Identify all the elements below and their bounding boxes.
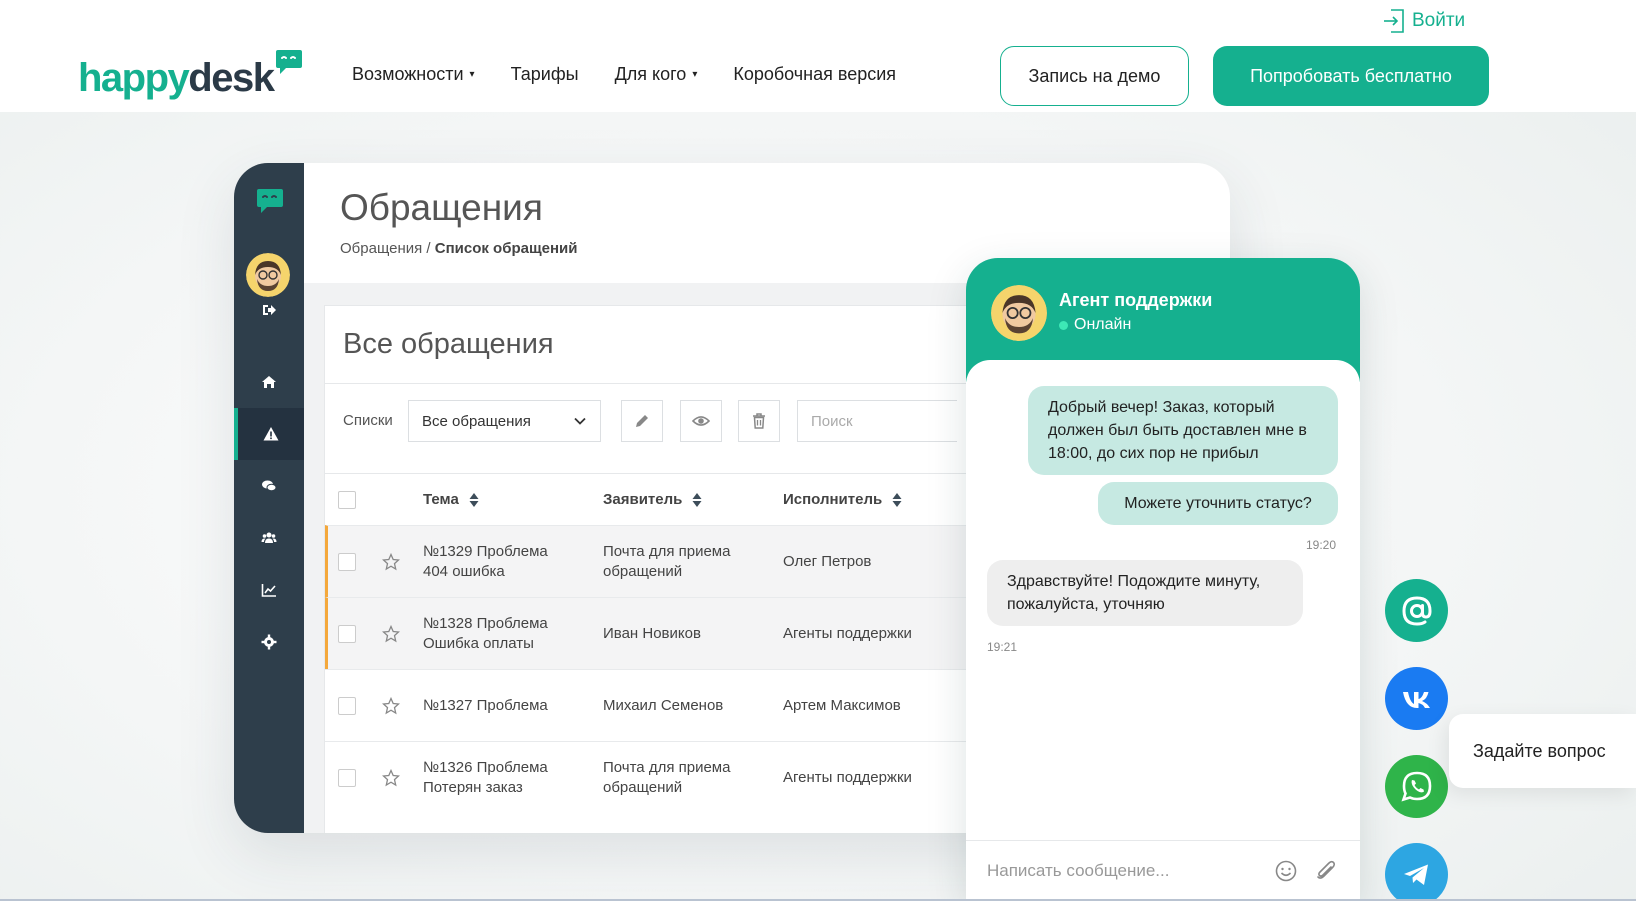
message-incoming: Здравствуйте! Подождите минуту, пожалуйс…: [987, 560, 1303, 626]
row-checkbox[interactable]: [338, 625, 356, 643]
nav-for-whom[interactable]: Для кого ▾: [615, 64, 698, 85]
edit-button[interactable]: [621, 400, 663, 442]
eye-icon: [692, 416, 710, 426]
logout-icon[interactable]: [234, 284, 304, 336]
cell-assignee: Артем Максимов: [783, 697, 901, 714]
trash-icon: [753, 413, 765, 429]
cell-requester: Почта для приема обращений: [603, 543, 731, 580]
whatsapp-contact-button[interactable]: [1385, 755, 1448, 818]
chat-logo-icon: [257, 189, 283, 213]
cell-assignee: Агенты поддержки: [783, 769, 912, 786]
login-link[interactable]: Войти: [1382, 6, 1465, 36]
sort-icon: [692, 492, 702, 507]
agent-avatar: [991, 285, 1047, 341]
ask-question-prompt[interactable]: Задайте вопрос: [1449, 714, 1636, 788]
cell-subject: №1328 Проблема Ошибка оплаты: [423, 615, 548, 652]
cell-requester: Михаил Семенов: [603, 697, 724, 714]
email-icon: [1401, 595, 1432, 626]
email-contact-button[interactable]: [1385, 579, 1448, 642]
message-time: 19:21: [987, 640, 1018, 654]
reports-chart-icon[interactable]: [234, 564, 304, 616]
chat-widget: Агент поддержки Онлайн Добрый вечер! Зак…: [966, 258, 1360, 901]
caret-down-icon: ▾: [469, 69, 475, 80]
caret-down-icon: ▾: [692, 69, 698, 80]
paperclip-icon[interactable]: [1314, 859, 1338, 883]
vk-icon: [1402, 691, 1430, 708]
column-header-requester[interactable]: Заявитель: [603, 491, 702, 508]
telegram-icon: [1403, 864, 1428, 885]
cell-subject: №1326 Проблема Потерян заказ: [423, 759, 548, 796]
breadcrumb-parent[interactable]: Обращения: [340, 240, 422, 257]
lists-label: Списки: [343, 412, 393, 429]
nav-boxed-version[interactable]: Коробочная версия: [733, 64, 896, 85]
view-button[interactable]: [680, 400, 722, 442]
breadcrumb-current: Список обращений: [434, 240, 578, 257]
whatsapp-icon: [1400, 771, 1431, 801]
book-demo-button[interactable]: Запись на демо: [1000, 46, 1189, 106]
users-icon[interactable]: [234, 512, 304, 564]
row-checkbox[interactable]: [338, 769, 356, 787]
app-sidebar: [234, 163, 304, 833]
page-title: Обращения: [340, 187, 543, 228]
site-header: Войти happydesk Возможности ▾ Тарифы Для …: [0, 0, 1636, 112]
star-icon[interactable]: [382, 553, 400, 571]
breadcrumb: Обращения / Список обращений: [340, 240, 578, 257]
pencil-icon: [636, 415, 648, 427]
telegram-contact-button[interactable]: [1385, 843, 1448, 901]
chat-input-bar: Написать сообщение...: [966, 840, 1360, 901]
logo-bubble-icon: [276, 50, 302, 74]
star-icon[interactable]: [382, 625, 400, 643]
login-icon: [1384, 9, 1404, 33]
chat-messages: Добрый вечер! Заказ, который должен был …: [966, 360, 1360, 840]
cell-requester: Иван Новиков: [603, 625, 701, 642]
tickets-alert-icon[interactable]: [234, 408, 304, 460]
chats-icon[interactable]: [234, 460, 304, 512]
star-icon[interactable]: [382, 769, 400, 787]
emoji-icon[interactable]: [1274, 859, 1298, 883]
cell-subject: №1329 Проблема 404 ошибка: [423, 543, 548, 580]
cell-requester: Почта для приема обращений: [603, 759, 731, 796]
nav-pricing[interactable]: Тарифы: [511, 64, 579, 85]
home-icon[interactable]: [234, 356, 304, 408]
cell-assignee: Олег Петров: [783, 553, 872, 570]
agent-status: Онлайн: [1059, 316, 1131, 334]
cell-assignee: Агенты поддержки: [783, 625, 912, 642]
message-time: 19:20: [1306, 538, 1337, 552]
main-nav: Возможности ▾ Тарифы Для кого ▾ Коробочная…: [352, 64, 896, 85]
sort-icon: [469, 492, 479, 507]
message-input[interactable]: Написать сообщение...: [987, 861, 1169, 881]
nav-features[interactable]: Возможности ▾: [352, 64, 475, 85]
row-checkbox[interactable]: [338, 553, 356, 571]
message-outgoing: Можете уточнить статус?: [1098, 482, 1338, 525]
online-status-dot: [1059, 320, 1068, 330]
column-header-subject[interactable]: Тема: [423, 491, 479, 508]
search-input[interactable]: Поиск: [797, 400, 957, 442]
row-checkbox[interactable]: [338, 697, 356, 715]
agent-name: Агент поддержки: [1059, 290, 1213, 310]
column-header-assignee[interactable]: Исполнитель: [783, 491, 902, 508]
list-select[interactable]: Все обращения: [408, 400, 601, 442]
message-outgoing: Добрый вечер! Заказ, который должен был …: [1028, 386, 1338, 475]
logo-text: happydesk: [78, 56, 275, 100]
star-icon[interactable]: [382, 697, 400, 715]
happydesk-logo[interactable]: happydesk: [78, 48, 308, 108]
delete-button[interactable]: [738, 400, 780, 442]
select-all-checkbox[interactable]: [338, 490, 356, 509]
chevron-down-icon: [574, 417, 586, 425]
cell-subject: №1327 Проблема: [423, 697, 548, 714]
try-free-button[interactable]: Попробовать бесплатно: [1213, 46, 1489, 106]
panel-title: Все обращения: [343, 328, 554, 360]
sort-icon: [892, 492, 902, 507]
settings-gear-icon[interactable]: [234, 616, 304, 668]
login-label: Войти: [1412, 10, 1466, 31]
vk-contact-button[interactable]: [1385, 667, 1448, 730]
